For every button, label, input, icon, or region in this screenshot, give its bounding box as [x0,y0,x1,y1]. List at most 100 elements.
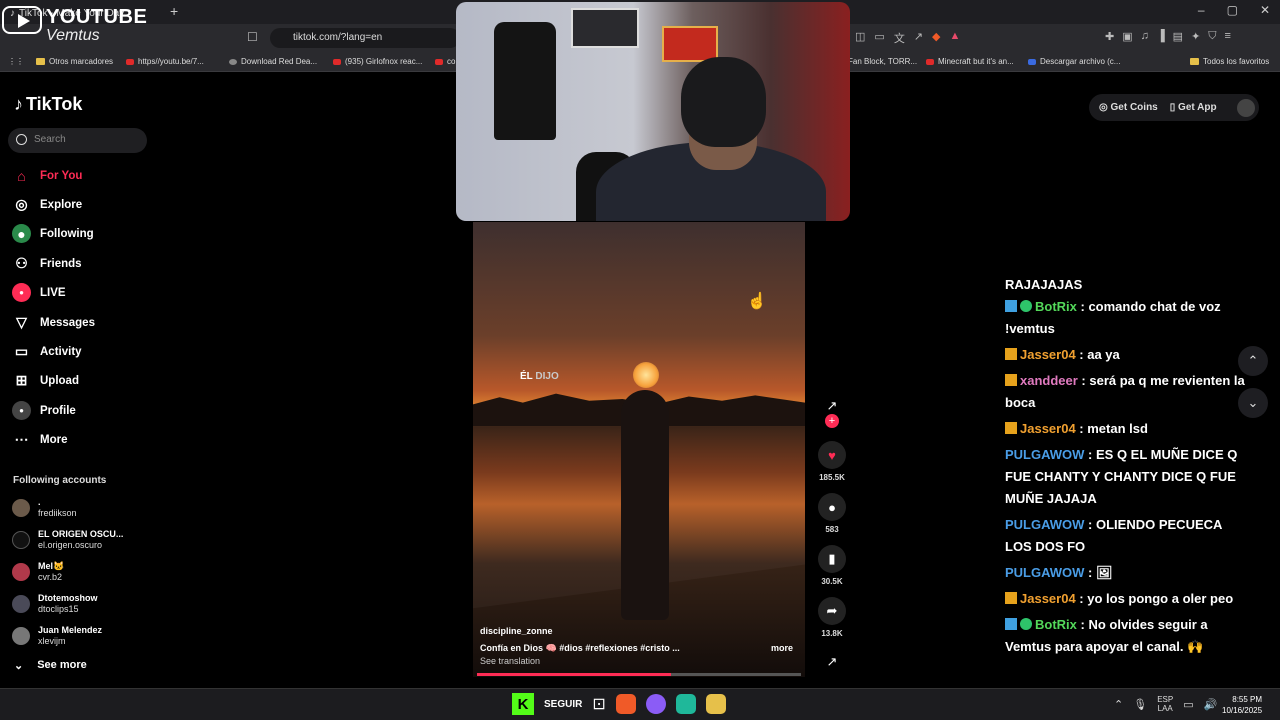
live-icon: ● [12,283,31,302]
video-author[interactable]: discipline_zonne [480,626,553,636]
display-icon[interactable]: ▭ [1183,698,1193,711]
media-icon[interactable]: ♫ [1141,30,1149,43]
nav-label: Messages [40,316,95,329]
bookmark-item[interactable]: Todos los favoritos [1190,57,1269,66]
close-button[interactable]: ✕ [1260,3,1270,17]
brave-icon[interactable] [615,694,636,714]
maximize-button[interactable]: ▢ [1227,3,1238,17]
menu-icon[interactable]: ≡ [1225,30,1231,43]
following-account[interactable]: EL ORIGEN OSCU... el.origen.oscuro [12,529,123,551]
chat-username[interactable]: PULGAWOW [1005,447,1084,462]
nav-live[interactable]: ● LIVE [12,283,66,302]
language-indicator[interactable]: ESP LAA [1157,695,1173,713]
clock[interactable]: 8:55 PM 10/16/2025 [1222,694,1262,716]
bookmark-item[interactable]: Otros marcadores [36,57,113,66]
tray-chevron-icon[interactable]: ⌃ [1114,698,1123,711]
share-button[interactable]: ➦ 13.8K [816,597,848,638]
extension-icons: ◫ ▭ 文 ↗ ◆ ▲ [855,30,960,46]
account-name: EL ORIGEN OSCU... [38,529,124,539]
chat-username[interactable]: Jasser04 [1020,347,1076,362]
comment-icon: ● [818,493,846,521]
save-button[interactable]: ▮ 30.5K [816,545,848,586]
youtube-icon [126,58,134,65]
profile-avatar[interactable] [1236,98,1255,117]
follow-plus-icon[interactable]: + [825,414,839,428]
security-shield-icon[interactable] [705,694,726,714]
nav-explore[interactable]: ◎ Explore [12,195,82,214]
scroll-down-button[interactable]: ⌄ [1238,388,1268,418]
bookmark-icon[interactable]: ☐ [247,30,258,44]
scroll-up-button[interactable]: ⌃ [1238,346,1268,376]
nav-upload[interactable]: ⊞ Upload [12,371,79,390]
brave-shield-icon[interactable]: ◆ [932,30,940,46]
speaker-icon[interactable]: 🔊 [1204,698,1218,711]
see-more-button[interactable]: ⌄ See more [14,659,87,672]
microphone-icon[interactable]: 🎙 [1133,698,1147,711]
chat-username[interactable]: Jasser04 [1020,421,1076,436]
chevron-down-icon: ⌄ [1247,395,1259,410]
nav-more[interactable]: ⋯ More [12,430,68,449]
kick-icon[interactable]: K [512,693,534,715]
chat-username[interactable]: BotRix [1035,299,1077,314]
like-button[interactable]: ♥ 185.5K [816,441,848,482]
get-app-button[interactable]: ▯ Get App [1170,102,1217,113]
bookmark-item[interactable]: (935) Girlofnox reac... [333,57,422,66]
bookmark-item[interactable]: Fan Block, TORR... [848,57,917,66]
follow-label[interactable]: SEGUIR [544,699,582,710]
caption-more-button[interactable]: more [771,643,793,653]
leo-icon[interactable]: ✦ [1191,30,1200,43]
trending-stats-button[interactable]: ↗ [816,654,848,670]
bookmark-item[interactable]: Download Red Dea... [229,57,317,66]
video-progress-bar[interactable] [477,673,801,676]
nav-profile[interactable]: ● Profile [12,401,76,420]
sidebar-icon[interactable]: ▐ [1157,30,1165,43]
url-field[interactable]: tiktok.com/?lang=en [270,28,460,48]
minimize-button[interactable]: – [1198,3,1205,17]
tiktok-logo[interactable]: ♪ TikTok [14,94,82,115]
vpn-icon[interactable]: ⛉ [1208,30,1216,43]
extension-icon[interactable]: ◫ [855,30,865,46]
wallet-icon[interactable]: ▤ [1173,30,1183,43]
search-input[interactable]: Search [8,128,147,153]
following-account[interactable]: Juan Melendez xlevijm [12,625,102,647]
app-icon[interactable] [675,694,696,714]
get-coins-button[interactable]: ◎ Get Coins [1099,102,1158,113]
translate-icon[interactable]: 文 [894,30,905,46]
share-icon[interactable]: ↗ [914,30,923,46]
chat-username[interactable]: PULGAWOW [1005,517,1084,532]
nav-messages[interactable]: ▽ Messages [12,313,95,332]
tab-icon[interactable]: ▭ [874,30,884,46]
following-account[interactable]: Mel🐱 cvr.b2 [12,561,64,583]
bookmark-item[interactable]: co [435,57,455,66]
nav-following[interactable]: ● Following [12,224,94,243]
obs-icon[interactable] [645,694,666,714]
bookmark-item[interactable]: https//youtu.be/7... [126,57,204,66]
camera-icon[interactable]: ⊡ [592,694,605,714]
nav-activity[interactable]: ▭ Activity [12,342,82,361]
bookmark-item[interactable]: Minecraft but it's an... [926,57,1014,66]
trending-button[interactable]: ↗ + [816,398,848,428]
apps-icon[interactable]: ⋮⋮ [8,57,24,66]
chat-username[interactable]: xanddeer [1020,373,1078,388]
chat-username[interactable]: Jasser04 [1020,591,1076,606]
following-account[interactable]: . frediikson [12,497,77,519]
nav-friends[interactable]: ⚇ Friends [12,254,81,273]
chat-message: PULGAWOW : OLIENDO PECUECA LOS DOS FO [1005,514,1245,558]
puzzle-icon[interactable]: ✚ [1105,30,1114,43]
chat-separator: : [1075,347,1088,362]
overlay-channel: Vemtus [46,27,100,44]
nav-for-you[interactable]: ⌂ For You [12,166,82,185]
bookmark-item[interactable]: Descargar archivo (c... [1028,57,1120,66]
comment-button[interactable]: ● 583 [816,493,848,534]
screenshot-icon[interactable]: ▣ [1122,30,1132,43]
following-account[interactable]: Dtotemoshow dtoclips15 [12,593,98,615]
chat-username[interactable]: BotRix [1035,617,1077,632]
new-tab-button[interactable]: + [170,3,178,19]
nav-label: Explore [40,198,83,211]
see-translation-link[interactable]: See translation [480,656,540,666]
brave-rewards-icon[interactable]: ▲ [950,30,961,46]
webcam-streamer-cap [681,57,766,147]
chevron-up-icon: ⌃ [1247,353,1259,368]
chat-username[interactable]: PULGAWOW [1005,565,1084,580]
video-progress-fill [477,673,672,676]
